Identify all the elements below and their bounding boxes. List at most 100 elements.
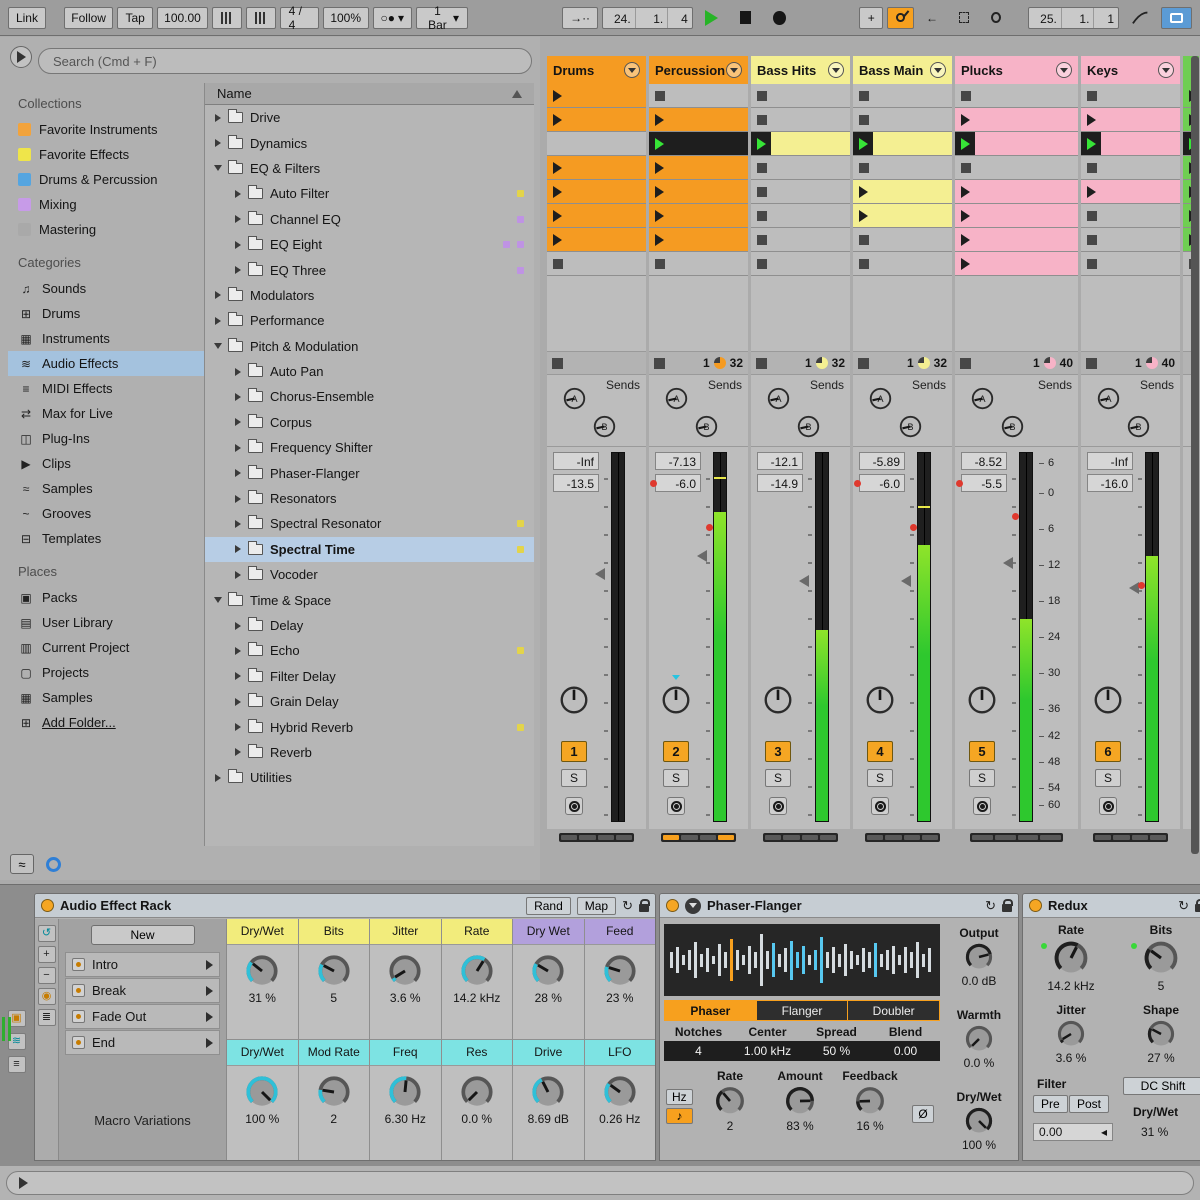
clip-slot[interactable] bbox=[853, 252, 952, 276]
arrangement-position-display[interactable]: 24.1.4 bbox=[602, 7, 693, 29]
quantize-amount-display[interactable]: 100% bbox=[323, 7, 369, 29]
send-a-knob[interactable]: A bbox=[561, 385, 588, 412]
volume-fader-handle[interactable] bbox=[799, 575, 809, 587]
macro-knob[interactable] bbox=[315, 952, 353, 990]
info-toggle-icon[interactable] bbox=[46, 857, 61, 872]
expand-arrow-icon[interactable] bbox=[235, 469, 241, 477]
clip-slot[interactable] bbox=[751, 180, 850, 204]
solo-button[interactable]: S bbox=[765, 769, 791, 787]
clip-slot[interactable] bbox=[853, 84, 952, 108]
device-on-toggle[interactable] bbox=[1029, 899, 1042, 912]
expand-arrow-icon[interactable] bbox=[235, 545, 241, 553]
meter-peak-value[interactable]: -8.52 bbox=[961, 452, 1007, 470]
browser-search-input[interactable] bbox=[38, 48, 532, 74]
clip-slot[interactable] bbox=[853, 132, 952, 156]
macro-knob[interactable] bbox=[243, 1073, 281, 1111]
track-header[interactable]: Plucks bbox=[955, 56, 1078, 84]
solo-button[interactable]: S bbox=[663, 769, 689, 787]
volume-value[interactable]: -16.0 bbox=[1087, 474, 1133, 492]
rate-value[interactable]: 2 bbox=[727, 1119, 734, 1133]
rand-button[interactable]: Rand bbox=[526, 897, 571, 915]
draw-frame-icon[interactable] bbox=[950, 7, 978, 29]
clip-slot[interactable] bbox=[1081, 108, 1180, 132]
track-fold-icon[interactable] bbox=[1056, 62, 1072, 78]
device-header[interactable]: Audio Effect Rack Rand Map ↻ bbox=[35, 894, 655, 918]
clip-slot[interactable] bbox=[751, 132, 850, 156]
expand-arrow-icon[interactable] bbox=[235, 190, 241, 198]
sidebar-item-audio-effects[interactable]: ≋Audio Effects bbox=[8, 351, 204, 376]
track-delay-bar[interactable] bbox=[763, 833, 838, 842]
send-a-knob[interactable]: A bbox=[663, 385, 690, 412]
volume-fader-handle[interactable] bbox=[901, 575, 911, 587]
spinner-arrow-icon[interactable]: ◂ bbox=[1101, 1125, 1107, 1139]
meter-peak-value[interactable]: -Inf bbox=[1087, 452, 1133, 470]
expand-clip-view-icon[interactable] bbox=[19, 1177, 28, 1189]
clip-slot[interactable] bbox=[547, 132, 646, 156]
clip-slot[interactable] bbox=[853, 108, 952, 132]
macro-name[interactable]: Rate bbox=[442, 919, 513, 945]
sidebar-item-samples[interactable]: ≈Samples bbox=[8, 476, 204, 501]
macro-name[interactable]: Feed bbox=[585, 919, 656, 945]
clip-slot[interactable] bbox=[649, 180, 748, 204]
macro-knob[interactable] bbox=[529, 952, 567, 990]
stop-all-clips-button[interactable] bbox=[552, 358, 563, 369]
clip-slot[interactable] bbox=[751, 156, 850, 180]
chain-expand-icon[interactable] bbox=[206, 960, 213, 970]
clip-slot[interactable] bbox=[955, 108, 1078, 132]
tab-doubler[interactable]: Doubler bbox=[848, 1001, 939, 1020]
file-row-dynamics[interactable]: Dynamics bbox=[205, 130, 534, 155]
expand-arrow-icon[interactable] bbox=[235, 241, 241, 249]
warmth-value[interactable]: 0.0 % bbox=[964, 1056, 995, 1070]
macro-knob[interactable] bbox=[458, 1073, 496, 1111]
expand-arrow-icon[interactable] bbox=[235, 723, 241, 731]
file-row-phaser-flanger[interactable]: Phaser-Flanger bbox=[205, 460, 534, 485]
shape-knob[interactable] bbox=[1145, 1018, 1177, 1050]
track-activator-button[interactable]: 6 bbox=[1095, 741, 1121, 762]
track-delay-bar[interactable] bbox=[1093, 833, 1168, 842]
macro-value[interactable]: 0.26 Hz bbox=[599, 1112, 640, 1126]
clip-slot[interactable] bbox=[751, 228, 850, 252]
new-chain-button[interactable]: New bbox=[91, 925, 195, 945]
track-delay-bar[interactable] bbox=[661, 833, 736, 842]
clip-slot[interactable] bbox=[853, 180, 952, 204]
macro-name[interactable]: Dry/Wet bbox=[227, 1040, 298, 1066]
expand-arrow-icon[interactable] bbox=[235, 520, 241, 528]
expand-arrow-icon[interactable] bbox=[235, 571, 241, 579]
chain-expand-icon[interactable] bbox=[206, 1012, 213, 1022]
sidebar-item-midi-effects[interactable]: ≡MIDI Effects bbox=[8, 376, 204, 401]
clip-slot[interactable] bbox=[649, 108, 748, 132]
track-header[interactable]: Bass Hits bbox=[751, 56, 850, 84]
pan-knob[interactable] bbox=[1091, 683, 1125, 717]
clip-slot[interactable] bbox=[649, 252, 748, 276]
clip-slot[interactable] bbox=[1081, 252, 1180, 276]
volume-value[interactable]: -13.5 bbox=[553, 474, 599, 492]
file-row-grain-delay[interactable]: Grain Delay bbox=[205, 689, 534, 714]
clip-slot[interactable] bbox=[1081, 180, 1180, 204]
arm-monitor-button[interactable] bbox=[973, 797, 991, 815]
file-row-vocoder[interactable]: Vocoder bbox=[205, 562, 534, 587]
sidebar-item-plug-ins[interactable]: ◫Plug-Ins bbox=[8, 426, 204, 451]
sidebar-item-samples[interactable]: ▦Samples bbox=[8, 685, 204, 710]
file-row-utilities[interactable]: Utilities bbox=[205, 765, 534, 790]
clip-slot[interactable] bbox=[853, 228, 952, 252]
sidebar-item-sounds[interactable]: ♫Sounds bbox=[8, 276, 204, 301]
clip-slot[interactable] bbox=[547, 180, 646, 204]
chain-list-icon[interactable]: ≣ bbox=[38, 1009, 56, 1026]
expand-arrow-icon[interactable] bbox=[235, 418, 241, 426]
variation-camera-icon[interactable]: ◉ bbox=[38, 988, 56, 1005]
expand-arrow-icon[interactable] bbox=[235, 215, 241, 223]
clip-slot[interactable] bbox=[853, 204, 952, 228]
feedback-knob[interactable] bbox=[853, 1084, 887, 1118]
track-header[interactable]: Percussion bbox=[649, 56, 748, 84]
send-a-knob[interactable]: A bbox=[1095, 385, 1122, 412]
macro-value[interactable]: 28 % bbox=[535, 991, 562, 1005]
sidebar-item-projects[interactable]: ▢Projects bbox=[8, 660, 204, 685]
nudge-up-button[interactable] bbox=[246, 7, 276, 29]
clip-slot[interactable] bbox=[1081, 228, 1180, 252]
chain-power-icon[interactable] bbox=[72, 1010, 85, 1023]
sidebar-item-current-project[interactable]: ▥Current Project bbox=[8, 635, 204, 660]
hot-swap-icon[interactable]: ↻ bbox=[985, 899, 996, 912]
chain-power-icon[interactable] bbox=[72, 958, 85, 971]
file-row-spectral-resonator[interactable]: Spectral Resonator bbox=[205, 511, 534, 536]
track-header[interactable]: Bass Main bbox=[853, 56, 952, 84]
